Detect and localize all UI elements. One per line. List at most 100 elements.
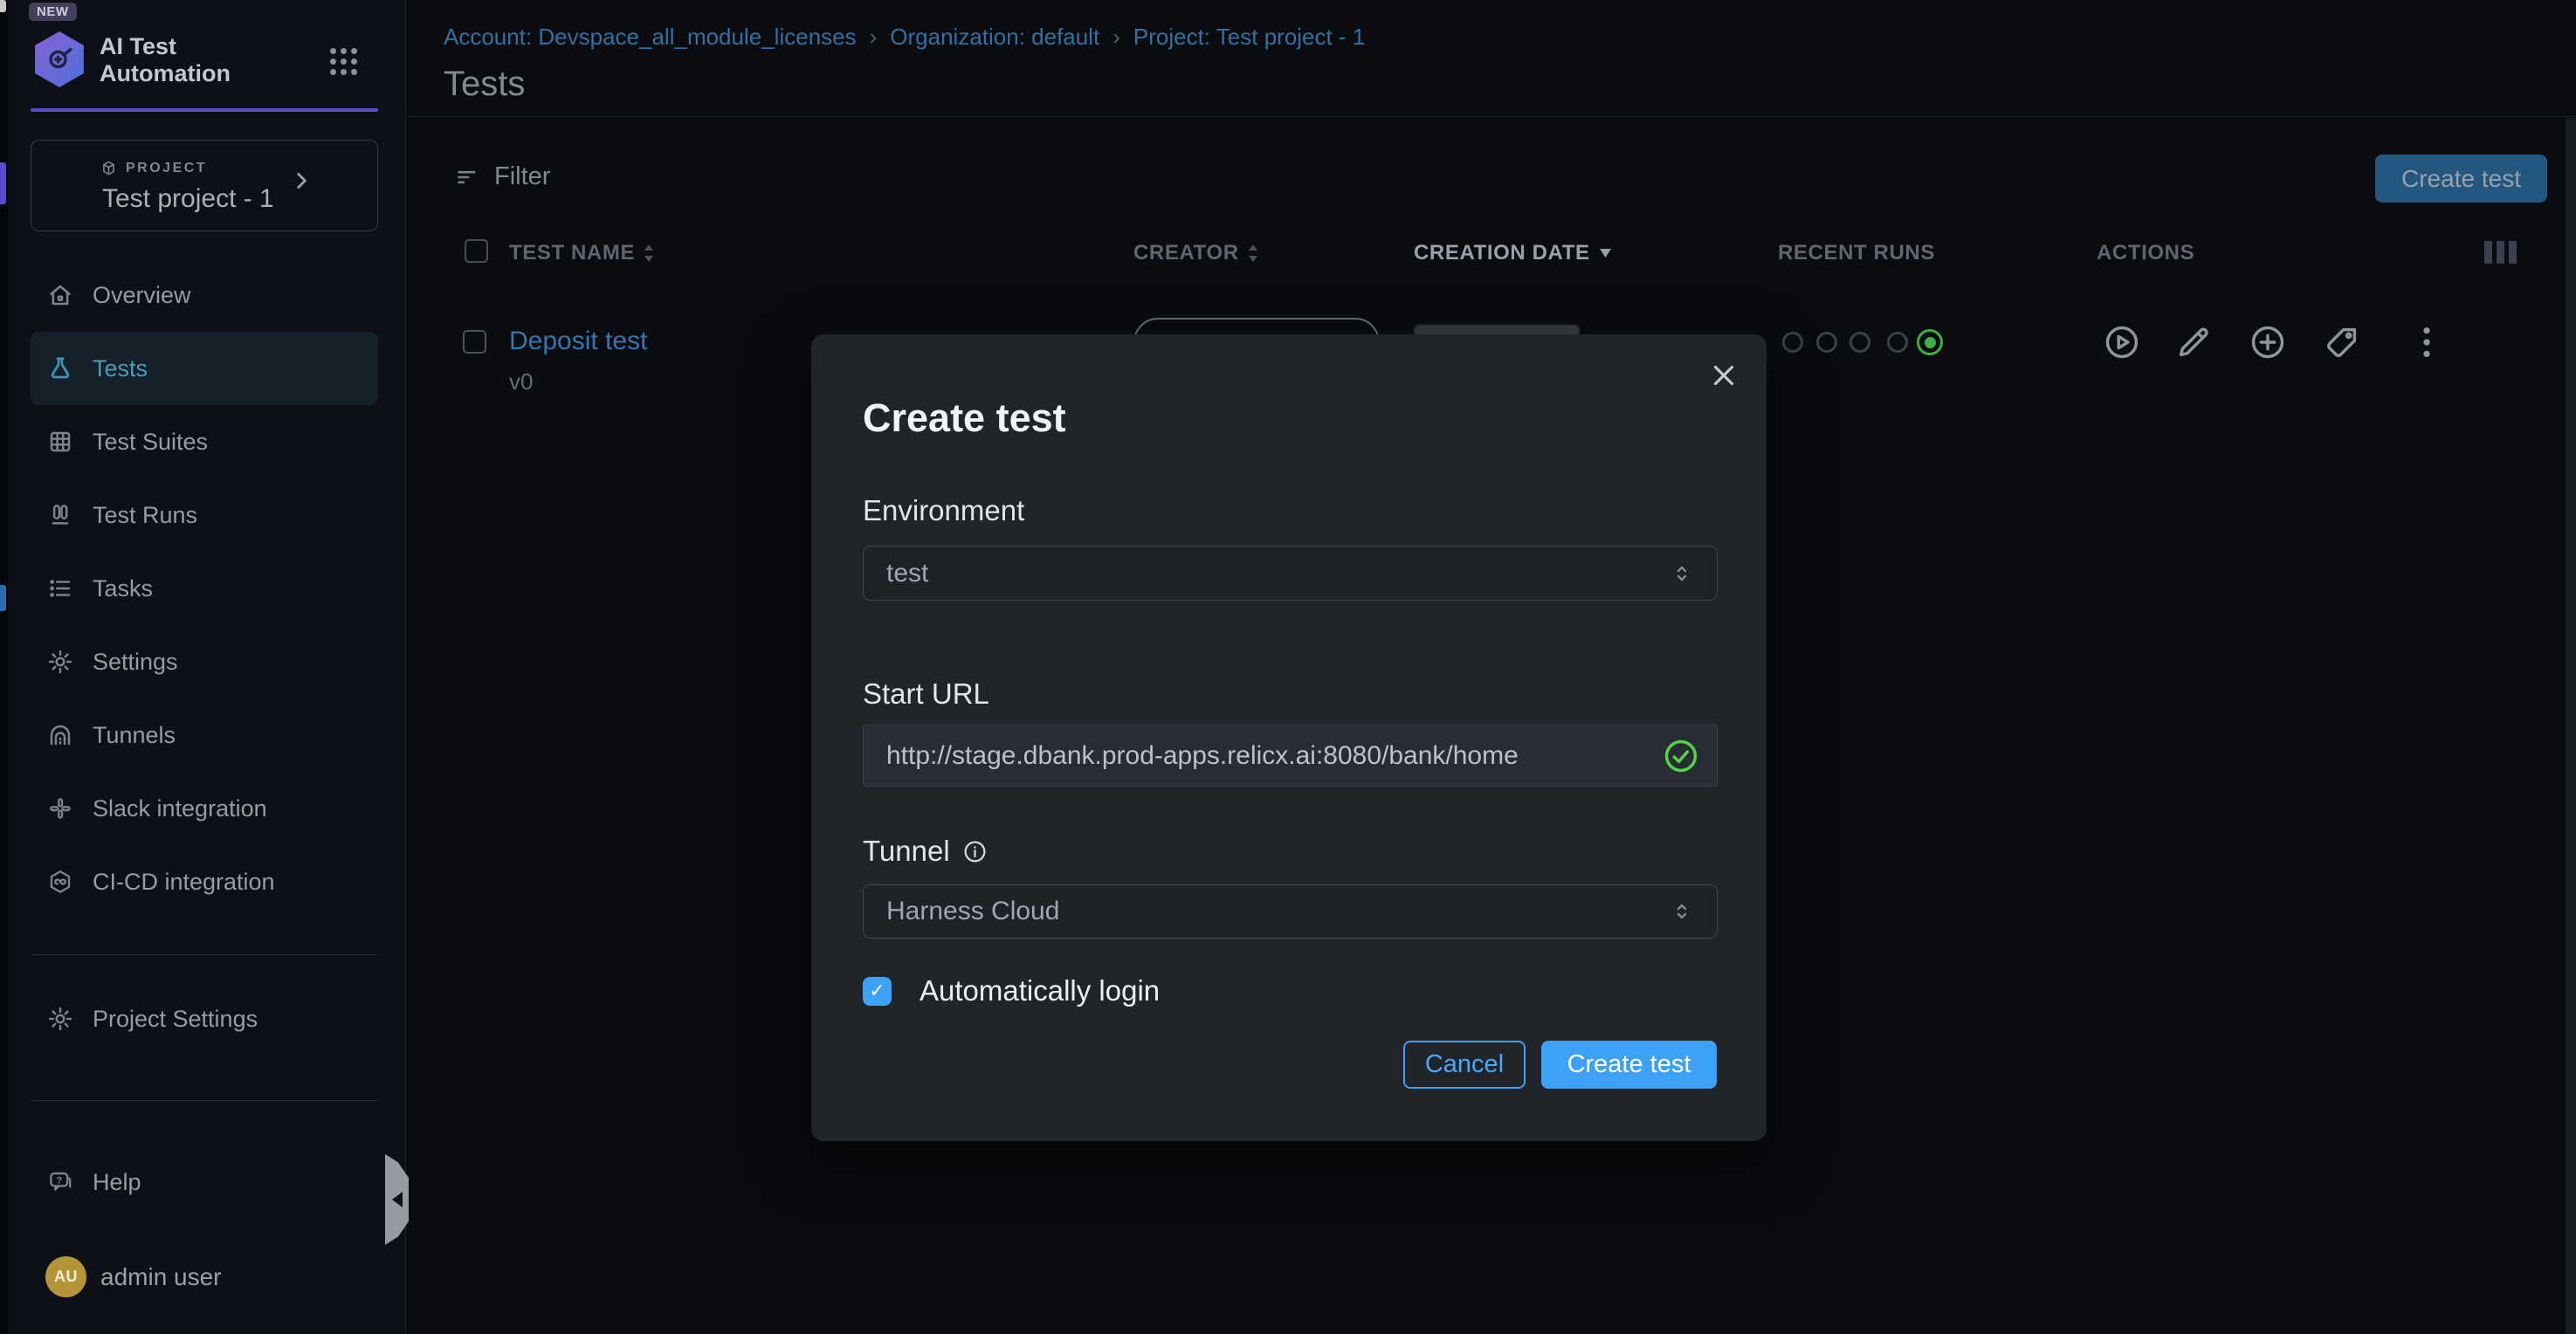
scrollbar-track[interactable] [2566, 118, 2576, 1334]
column-label: RECENT RUNS [1778, 241, 1935, 265]
close-icon[interactable] [1707, 359, 1740, 392]
create-test-modal: Create test Environment test Start URL h… [811, 334, 1767, 1141]
sidebar-item-label: Settings [93, 649, 178, 676]
rail-sliver [0, 0, 6, 12]
header-divider [407, 116, 2576, 117]
column-label: CREATOR [1133, 241, 1239, 265]
sidebar-item-slack-integration[interactable]: Slack integration [31, 772, 378, 845]
breadcrumb-project[interactable]: Project: Test project - 1 [1133, 24, 1365, 51]
column-header-creator[interactable]: CREATOR [1133, 241, 1259, 265]
edit-pencil-icon[interactable] [2173, 322, 2214, 362]
gear-icon [46, 648, 74, 676]
sidebar-item-help[interactable]: ? Help [31, 1145, 378, 1219]
sidebar: NEW AI Test Automation PROJECT Test proj… [9, 0, 406, 1334]
filter-label: Filter [494, 162, 550, 191]
run-status-dot[interactable] [1816, 332, 1837, 353]
brand-underline [31, 108, 378, 112]
column-header-creation-date[interactable]: CREATION DATE [1414, 241, 1613, 265]
new-badge: NEW [29, 3, 77, 21]
column-settings-icon[interactable] [2484, 241, 2517, 264]
row-checkbox[interactable] [463, 330, 486, 354]
breadcrumb-separator: › [870, 24, 878, 51]
sidebar-divider [31, 1100, 378, 1101]
test-name-link[interactable]: Deposit test [509, 327, 647, 356]
add-plus-icon[interactable] [2248, 322, 2288, 362]
start-url-input[interactable]: http://stage.dbank.prod-apps.relicx.ai:8… [863, 725, 1718, 787]
user-menu[interactable]: AU admin user [45, 1256, 222, 1297]
column-header-actions: ACTIONS [2097, 241, 2194, 265]
create-test-submit-button[interactable]: Create test [1541, 1041, 1717, 1089]
grid-icon [46, 428, 74, 456]
tunnel-value: Harness Cloud [886, 897, 1059, 926]
module-grid-icon[interactable] [330, 48, 362, 78]
tunnel-icon [46, 721, 74, 749]
sidebar-item-tunnels[interactable]: Tunnels [31, 698, 378, 772]
help-chat-icon: ? [46, 1168, 74, 1196]
project-selector-header: PROJECT [100, 160, 207, 176]
sidebar-item-tests[interactable]: Tests [31, 332, 378, 405]
sidebar-item-test-suites[interactable]: Test Suites [31, 405, 378, 478]
sidebar-item-tasks[interactable]: Tasks [31, 552, 378, 625]
app-root: NEW AI Test Automation PROJECT Test proj… [0, 0, 2576, 1334]
cicd-hexagon-icon [46, 868, 74, 896]
column-label: CREATION DATE [1414, 241, 1590, 265]
tag-icon[interactable] [2322, 322, 2362, 362]
collapsed-module-rail [0, 0, 9, 1334]
page-title: Tests [444, 65, 525, 104]
rail-sliver [0, 162, 6, 204]
create-test-button[interactable]: Create test [2375, 155, 2547, 203]
app-logo [32, 31, 86, 87]
sidebar-item-label: Project Settings [93, 1006, 258, 1033]
filter-button[interactable]: Filter [455, 162, 550, 191]
sidebar-item-test-runs[interactable]: Test Runs [31, 478, 378, 552]
start-url-value: http://stage.dbank.prod-apps.relicx.ai:8… [886, 741, 1519, 771]
user-name: admin user [100, 1263, 222, 1291]
sidebar-divider [31, 954, 378, 955]
tunnel-label-text: Tunnel [863, 835, 950, 868]
tunnel-select[interactable]: Harness Cloud [863, 884, 1718, 939]
column-header-recent-runs: RECENT RUNS [1778, 241, 1935, 265]
sidebar-item-project-settings[interactable]: Project Settings [31, 982, 378, 1056]
valid-check-icon [1663, 738, 1699, 774]
test-runs-icon [46, 501, 74, 529]
auto-login-row[interactable]: ✓ Automatically login [863, 974, 1160, 1007]
cancel-button[interactable]: Cancel [1403, 1041, 1526, 1089]
project-name: Test project - 1 [102, 184, 274, 214]
sort-arrows-icon [643, 244, 655, 264]
environment-select[interactable]: test [863, 546, 1718, 601]
breadcrumb-account[interactable]: Account: Devspace_all_module_licenses [444, 24, 857, 51]
environment-label: Environment [863, 494, 1024, 527]
info-icon[interactable] [962, 839, 988, 864]
select-chevrons-icon [1670, 899, 1694, 924]
run-status-dot-passed[interactable] [1917, 329, 1943, 355]
project-label: PROJECT [126, 161, 207, 176]
auto-login-checkbox[interactable]: ✓ [863, 977, 892, 1006]
sidebar-item-cicd-integration[interactable]: CI-CD integration [31, 845, 378, 918]
sidebar-item-label: Help [93, 1169, 141, 1196]
run-status-dot[interactable] [1849, 332, 1870, 353]
tunnel-label: Tunnel [863, 835, 988, 868]
sidebar-item-label: Overview [93, 282, 191, 309]
column-header-test-name[interactable]: TEST NAME [509, 241, 655, 265]
auto-login-label: Automatically login [920, 974, 1160, 1007]
sidebar-item-label: Tasks [93, 575, 153, 602]
sidebar-item-label: Tests [93, 355, 148, 382]
home-icon [46, 281, 74, 309]
sort-desc-icon [1598, 247, 1613, 259]
run-status-dot[interactable] [1782, 332, 1803, 353]
sidebar-item-overview[interactable]: Overview [31, 258, 378, 332]
sidebar-item-label: Tunnels [93, 722, 176, 749]
select-all-checkbox[interactable] [465, 239, 488, 263]
chevron-right-icon [290, 169, 313, 196]
run-test-icon[interactable] [2102, 322, 2142, 362]
modal-title: Create test [863, 395, 1066, 441]
breadcrumb-organization[interactable]: Organization: default [890, 24, 1099, 51]
sidebar-item-label: Test Suites [93, 429, 208, 456]
kebab-menu-icon[interactable] [2407, 322, 2447, 362]
app-title: AI Test Automation [100, 33, 309, 87]
cube-icon [100, 160, 117, 176]
column-label: ACTIONS [2097, 241, 2194, 265]
run-status-dot[interactable] [1887, 332, 1908, 353]
sidebar-item-settings[interactable]: Settings [31, 625, 378, 698]
sort-arrows-icon [1247, 244, 1259, 264]
